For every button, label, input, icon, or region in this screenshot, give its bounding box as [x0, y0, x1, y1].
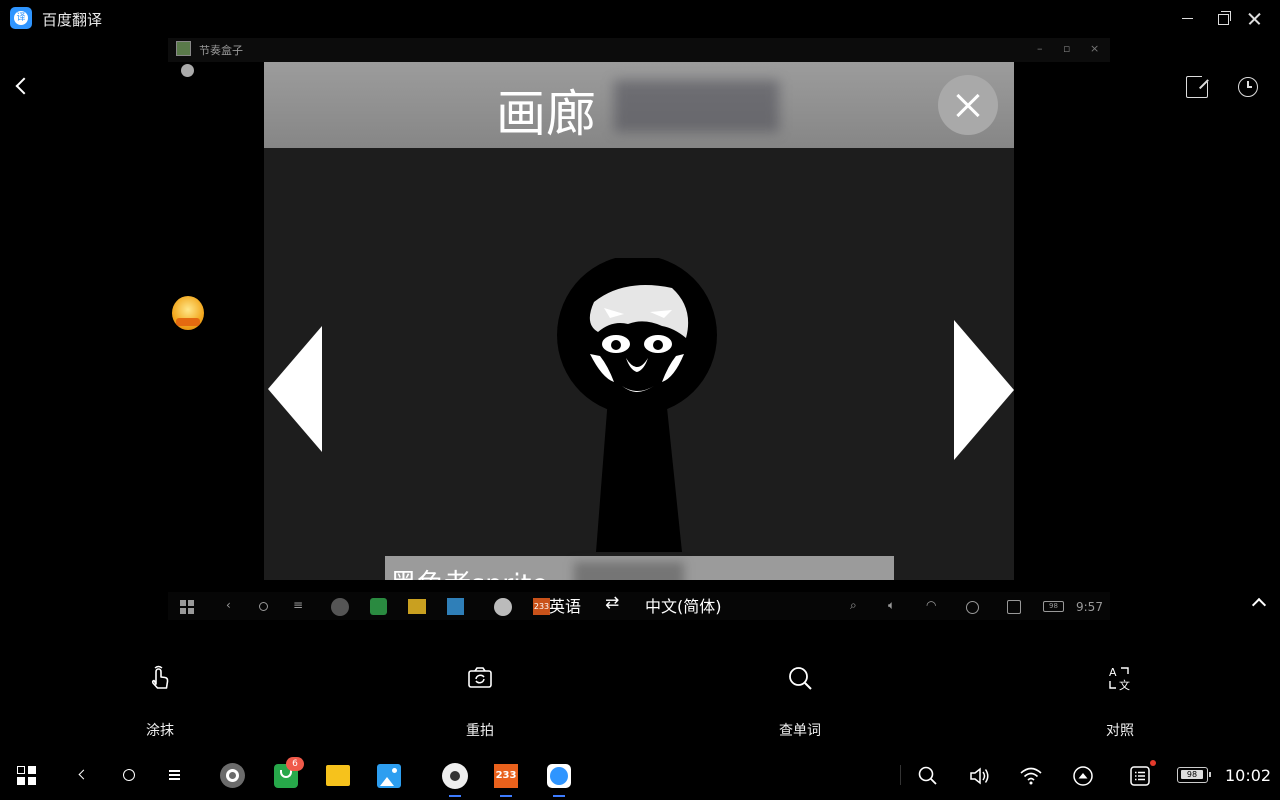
taskbar-clock: 10:02: [1225, 766, 1272, 785]
expand-chevron-up-icon[interactable]: [1250, 596, 1268, 610]
captured-store-icon: [370, 598, 387, 615]
lookup-word-label: 查单词: [779, 723, 821, 739]
previous-arrow-icon: [268, 326, 322, 452]
restore-button[interactable]: [1212, 7, 1234, 29]
nav-menu-icon[interactable]: [169, 770, 181, 780]
nav-home-icon[interactable]: [123, 769, 135, 781]
settings-app-icon[interactable]: [220, 763, 245, 788]
file-manager-icon[interactable]: [326, 765, 350, 786]
captured-menu-icon: ≡: [293, 598, 304, 612]
captured-search-icon: ⌕: [850, 598, 857, 612]
nav-back-icon[interactable]: [76, 768, 90, 782]
game-close-icon: [938, 75, 998, 135]
captured-window-titlebar: [168, 38, 1110, 62]
running-indicator: [553, 795, 565, 797]
captured-233-icon: 233: [533, 598, 550, 615]
running-indicator: [500, 795, 512, 797]
captured-game-screen: 画廊 黑色老snrite: [264, 62, 1014, 580]
window-titlebar: [0, 0, 1280, 36]
video-player-app-icon[interactable]: [442, 763, 468, 789]
baidu-translate-app-icon: 译: [10, 7, 32, 29]
svg-text:A: A: [1109, 666, 1117, 679]
captured-player-icon: [494, 598, 512, 616]
captured-home-icon: [259, 602, 268, 611]
wifi-icon[interactable]: [1019, 766, 1043, 786]
gallery-app-icon[interactable]: [377, 764, 401, 788]
window-title: 百度翻译: [42, 11, 103, 29]
next-arrow-icon: [954, 320, 1014, 460]
minimize-button[interactable]: [1176, 7, 1198, 29]
notification-badge: 6: [286, 757, 304, 771]
retake-button[interactable]: 重拍: [420, 660, 540, 750]
search-icon: [789, 667, 812, 690]
keyhole-character-image: [557, 258, 717, 552]
search-icon[interactable]: [917, 765, 939, 787]
hand-pointer-icon: [151, 665, 169, 689]
app-233-icon[interactable]: 233: [494, 764, 518, 788]
captured-floating-dot: [181, 64, 194, 77]
smear-tool-button[interactable]: 涂抹: [100, 660, 220, 750]
captured-clock: 9:57: [1076, 600, 1103, 614]
swap-languages-icon[interactable]: ⇄: [605, 593, 619, 613]
target-language-selector[interactable]: 中文(简体): [645, 593, 722, 617]
captured-folder-icon: [408, 599, 426, 614]
game-caption-text: 黑色老snrite: [390, 562, 548, 580]
blurred-title-region: [614, 80, 779, 132]
compare-button[interactable]: A 文 对照: [1060, 660, 1180, 750]
captured-start-icon: [180, 600, 194, 614]
captured-app-icon: [176, 41, 191, 56]
notes-icon[interactable]: [1129, 765, 1151, 787]
captured-volume-icon: 🔈︎: [888, 598, 896, 612]
source-language-selector[interactable]: 英语: [549, 593, 581, 617]
game-title: 画廊: [496, 85, 596, 143]
app-icon-glyph: 译: [16, 13, 26, 23]
captured-wifi-icon: ◠: [926, 598, 937, 612]
taskbar-divider: [900, 765, 901, 785]
captured-minimize-icon: –: [1037, 42, 1043, 55]
captured-notes-icon: [1007, 600, 1021, 614]
captured-restore-icon: ▫: [1063, 42, 1071, 55]
back-button[interactable]: [10, 75, 32, 97]
share-icon[interactable]: [1186, 74, 1210, 98]
text-compare-icon: A 文: [1109, 666, 1130, 692]
smear-tool-label: 涂抹: [146, 723, 174, 739]
compare-label: 对照: [1106, 723, 1134, 739]
history-clock-icon[interactable]: [1238, 77, 1258, 97]
notes-badge-dot: [1150, 760, 1156, 766]
lookup-word-button[interactable]: 查单词: [740, 660, 860, 750]
captured-window-title: 节奏盒子: [199, 44, 243, 57]
camera-retake-icon: [468, 667, 492, 688]
volume-icon[interactable]: [968, 765, 992, 787]
svg-text:文: 文: [1119, 678, 1130, 692]
close-window-button[interactable]: [1243, 7, 1265, 29]
captured-upload-icon: [966, 601, 979, 614]
blurred-caption-region: [574, 562, 684, 580]
captured-battery-icon: 98: [1043, 601, 1064, 612]
battery-level: 98: [1181, 770, 1203, 779]
battery-icon[interactable]: 98: [1177, 767, 1211, 783]
upload-circle-icon[interactable]: [1072, 765, 1094, 787]
baidu-translate-taskbar-icon[interactable]: [547, 764, 571, 788]
captured-back-icon: ‹: [226, 598, 231, 612]
running-indicator: [449, 795, 461, 797]
start-grid-icon[interactable]: [17, 766, 37, 786]
coin-reward-icon: [172, 296, 204, 330]
retake-label: 重拍: [466, 723, 494, 739]
captured-close-icon: ×: [1090, 42, 1100, 55]
captured-settings-icon: [331, 598, 349, 616]
captured-gallery-icon: [447, 598, 464, 615]
